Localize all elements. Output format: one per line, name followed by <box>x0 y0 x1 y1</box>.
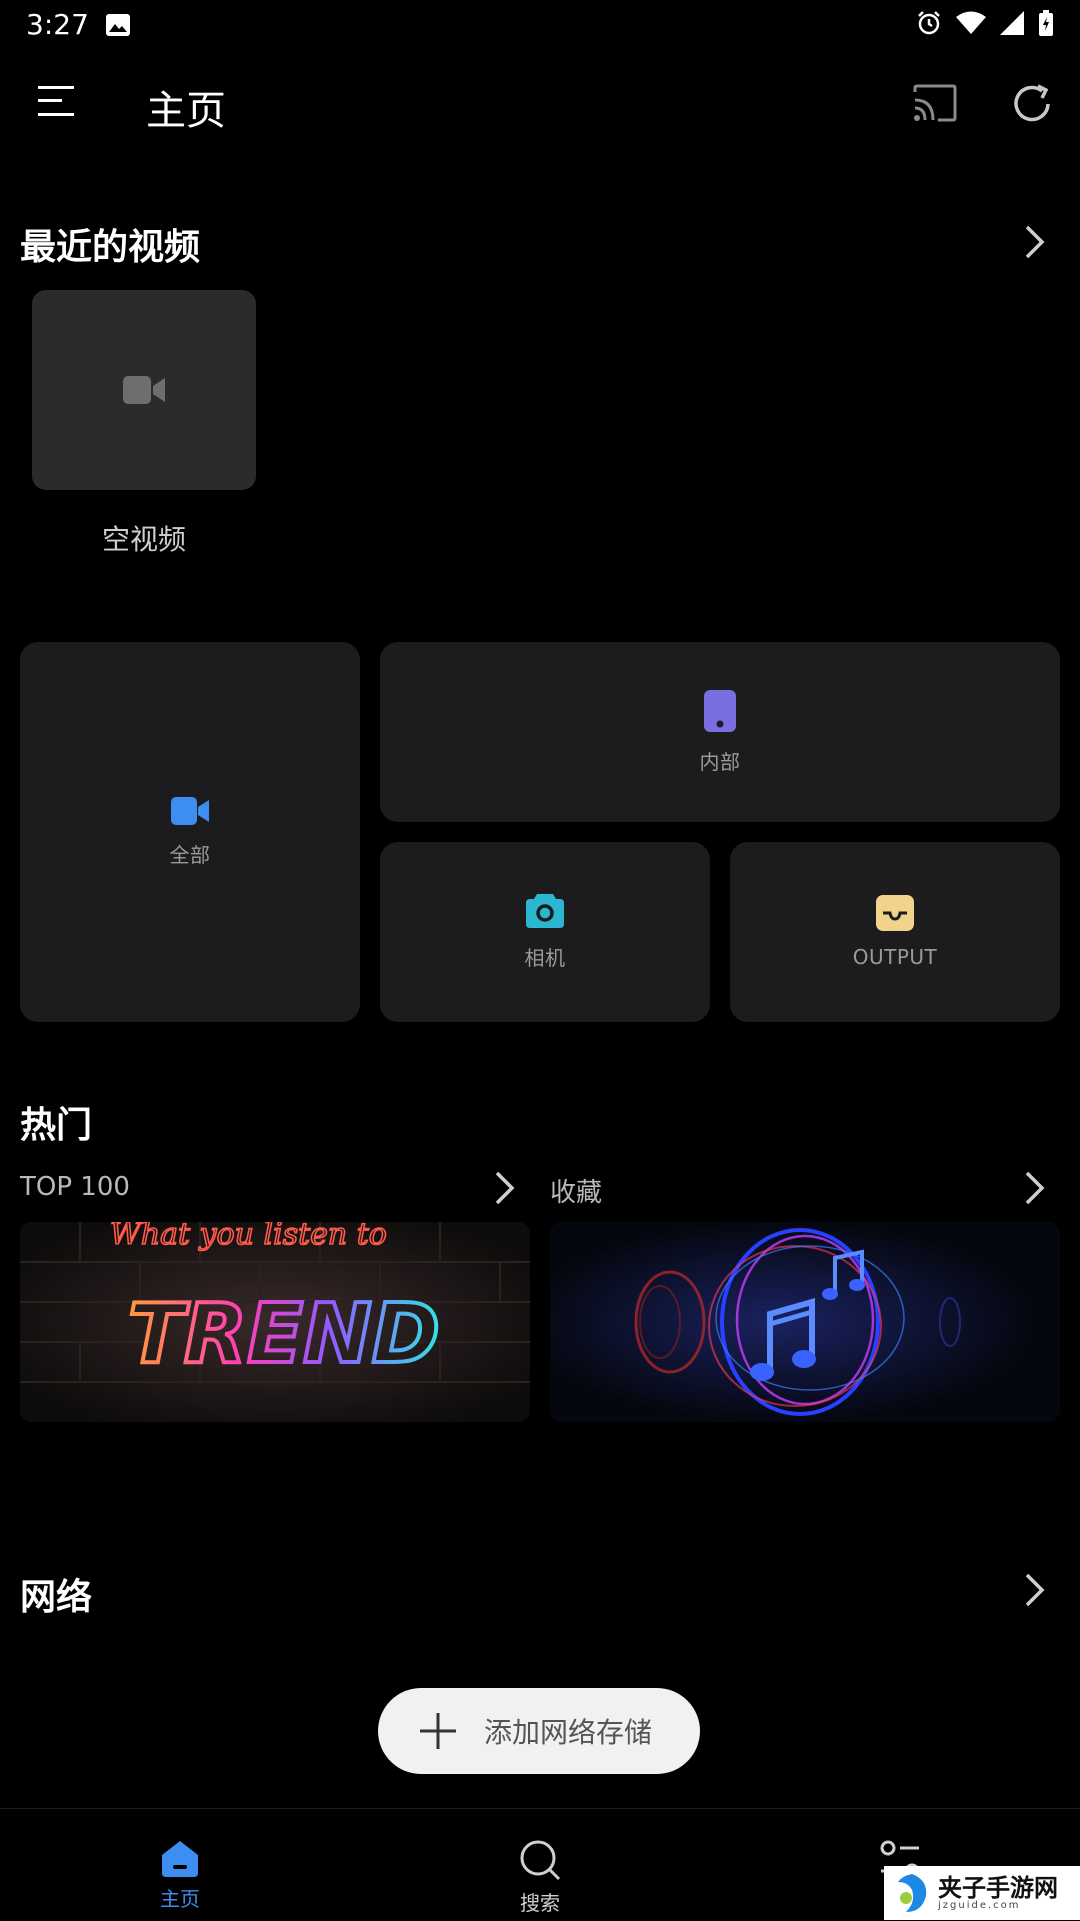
nav-item-home[interactable]: 主页 <box>80 1809 280 1921</box>
phone-storage-icon <box>704 689 736 732</box>
folder-label: OUTPUT <box>852 945 938 969</box>
top100-chevron-icon[interactable] <box>494 1170 516 1206</box>
folder-tile-all[interactable]: 全部 <box>20 642 360 1022</box>
status-time: 3:27 <box>26 8 89 41</box>
folder-tile-internal[interactable]: 内部 <box>380 642 1060 822</box>
refresh-icon[interactable] <box>1010 82 1054 126</box>
network-title: 网络 <box>20 1577 93 1618</box>
battery-icon <box>1038 10 1054 36</box>
nav-label-home: 主页 <box>160 1887 200 1911</box>
watermark-title: 夹子手游网 <box>938 1872 1058 1902</box>
watermark-emblem-icon <box>892 1872 932 1914</box>
home-icon <box>160 1839 200 1877</box>
wifi-icon <box>956 11 986 35</box>
image-notification-icon <box>106 14 130 36</box>
menu-icon[interactable] <box>38 84 74 118</box>
plus-icon <box>418 1711 458 1751</box>
status-icons <box>916 10 1054 36</box>
nav-label-search: 搜索 <box>520 1891 560 1915</box>
cell-signal-icon <box>1000 11 1024 35</box>
camera-icon <box>526 893 564 928</box>
recent-video-label: 空视频 <box>101 523 186 556</box>
folder-label: 相机 <box>524 945 566 970</box>
nav-item-search[interactable]: 搜索 <box>440 1809 640 1921</box>
banner-trend-text: TREND <box>128 1287 440 1382</box>
recent-videos-title: 最近的视频 <box>20 227 201 268</box>
search-icon <box>519 1839 561 1881</box>
recent-video-thumbnail[interactable] <box>32 290 256 490</box>
folder-tile-camera[interactable]: 相机 <box>380 842 710 1022</box>
top100-banner[interactable]: What you listen to TREND <box>20 1222 530 1422</box>
folder-label: 全部 <box>169 842 211 867</box>
favorites-label[interactable]: 收藏 <box>550 1172 602 1209</box>
folder-label: 内部 <box>699 749 741 774</box>
alarm-icon <box>916 10 942 36</box>
popular-title: 热门 <box>20 1105 93 1146</box>
favorites-chevron-icon[interactable] <box>1024 1170 1046 1206</box>
folder-tile-output[interactable]: OUTPUT <box>730 842 1060 1022</box>
recent-videos-chevron-icon[interactable] <box>1024 224 1046 260</box>
add-network-storage-button[interactable]: 添加网络存储 <box>378 1688 700 1774</box>
cast-icon[interactable] <box>912 84 958 122</box>
favorites-banner[interactable] <box>550 1222 1060 1422</box>
video-camera-icon <box>171 796 209 825</box>
add-network-storage-label: 添加网络存储 <box>484 1716 653 1749</box>
page-title: 主页 <box>146 88 226 134</box>
banner-top-text: What you listen to <box>110 1222 387 1252</box>
network-chevron-icon[interactable] <box>1024 1572 1046 1608</box>
video-placeholder-icon <box>123 375 165 405</box>
tray-folder-icon <box>876 895 914 931</box>
watermark-logo: 夹子手游网 jzguide.com <box>884 1866 1080 1920</box>
top100-label[interactable]: TOP 100 <box>20 1172 130 1202</box>
